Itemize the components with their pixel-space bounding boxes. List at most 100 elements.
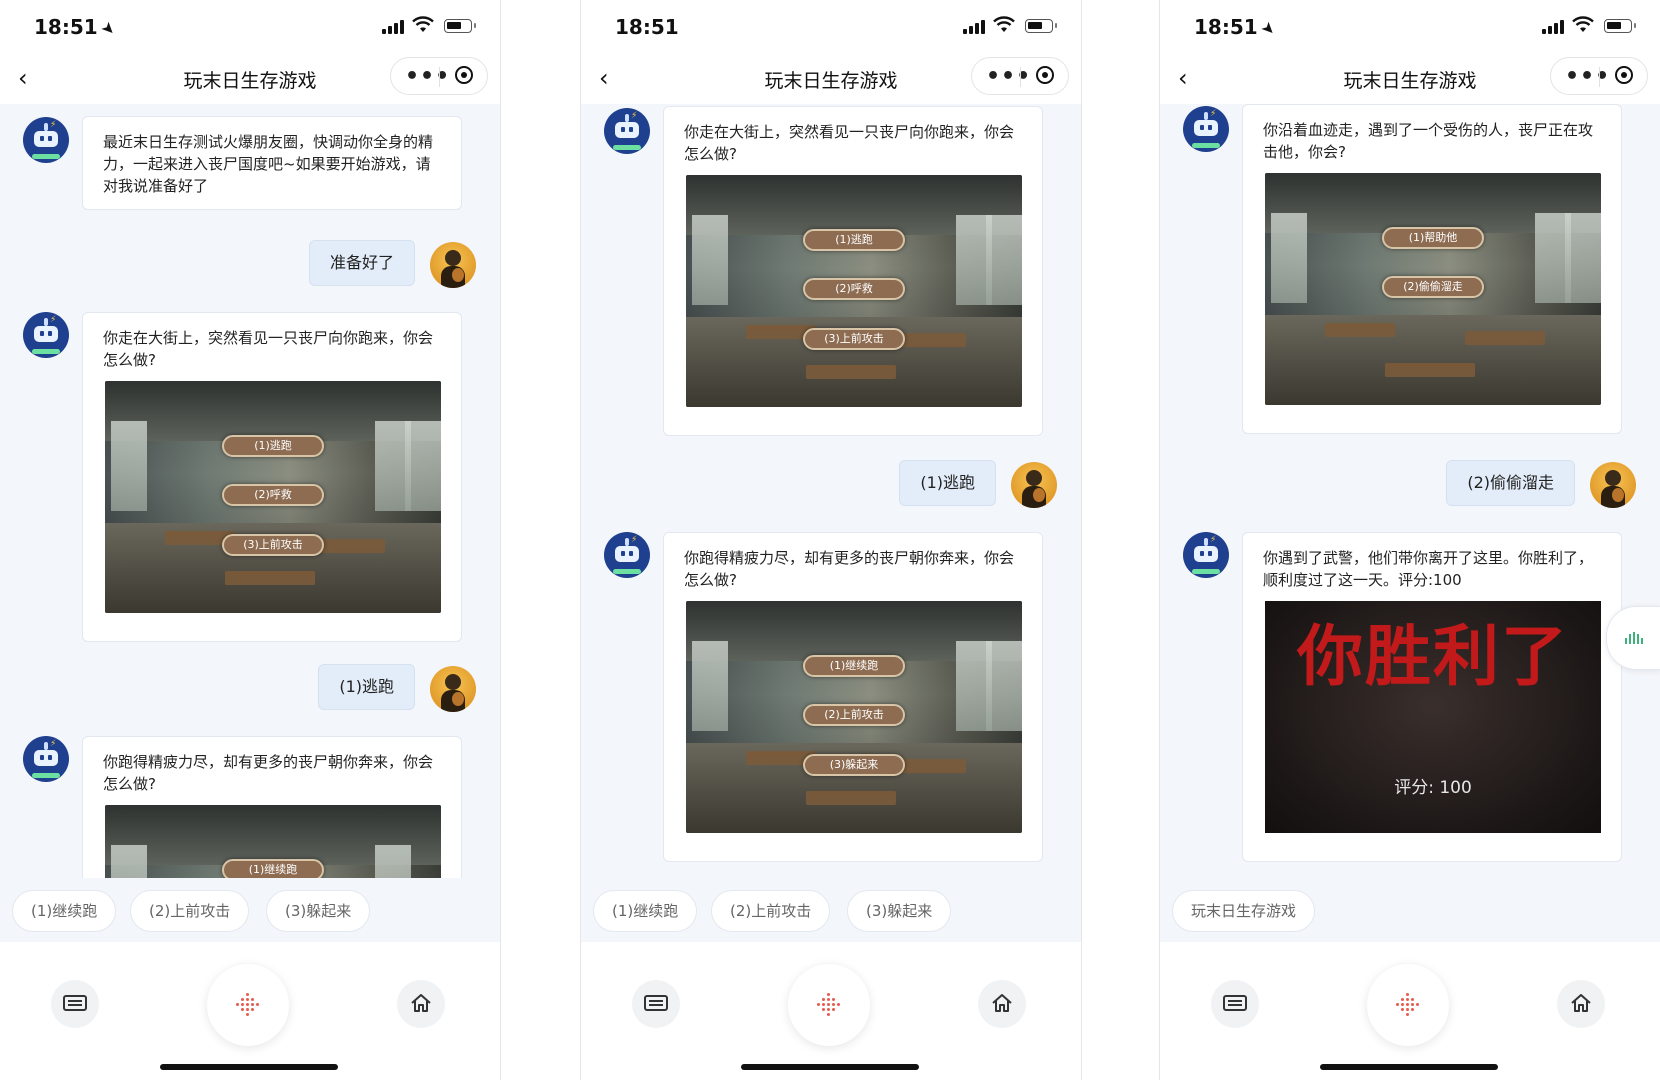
- close-target-icon[interactable]: [1036, 66, 1054, 84]
- victory-image: 你胜利了 评分: 100: [1265, 601, 1601, 833]
- status-bar: 18:51➤: [1160, 0, 1660, 52]
- bot-avatar: ⚡: [23, 117, 69, 163]
- quick-reply-chip[interactable]: (1)继续跑: [593, 890, 698, 932]
- audio-wave-icon: [1625, 632, 1643, 644]
- quick-reply-chip[interactable]: (3)躲起来: [847, 890, 952, 932]
- more-icon[interactable]: •••: [986, 64, 1031, 89]
- bot-message-with-image: 你跑得精疲力尽，却有更多的丧尸朝你奔来，你会怎么做? (1)继续跑: [82, 736, 462, 884]
- bot-message-text: 你走在大街上，突然看见一只丧尸向你跑来，你会怎么做?: [684, 123, 1015, 163]
- scene-option[interactable]: (2)呼救: [222, 484, 324, 506]
- nav-bar: ‹ 玩末日生存游戏 •••: [0, 52, 500, 104]
- bottom-toolbar: [1160, 942, 1660, 1080]
- scene-image[interactable]: (1)逃跑 (2)呼救 (3)上前攻击: [686, 175, 1022, 407]
- voice-float-tab[interactable]: [1606, 606, 1660, 670]
- victory-title: 你胜利了: [1297, 617, 1569, 695]
- bot-avatar: ⚡: [23, 312, 69, 358]
- more-icon[interactable]: •••: [405, 64, 450, 89]
- close-target-icon[interactable]: [455, 66, 473, 84]
- scene-image[interactable]: (1)逃跑 (2)呼救 (3)上前攻击: [105, 381, 441, 613]
- quick-reply-chip[interactable]: (2)上前攻击: [711, 890, 831, 932]
- voice-button[interactable]: [788, 964, 870, 1046]
- chat-area[interactable]: ⚡ 你沿着血迹走，遇到了一个受伤的人，丧尸正在攻击他，你会? (1)帮助他 (2…: [1160, 104, 1660, 884]
- location-arrow-icon: ➤: [1256, 17, 1280, 40]
- capsule-divider: [1020, 67, 1021, 87]
- battery-icon: [444, 19, 476, 33]
- quick-reply-chip[interactable]: (2)上前攻击: [130, 890, 250, 932]
- scene-option[interactable]: (2)偷偷溜走: [1382, 276, 1484, 298]
- bot-avatar: ⚡: [1183, 532, 1229, 578]
- bot-message-with-image: 你走在大街上，突然看见一只丧尸向你跑来，你会怎么做? (1)逃跑 (2)呼救 (…: [82, 312, 462, 642]
- mini-program-capsule: •••: [971, 57, 1069, 95]
- scene-image[interactable]: (1)继续跑 (2)上前攻击 (3)躲起来: [686, 601, 1022, 833]
- keyboard-button[interactable]: [632, 980, 680, 1028]
- keyboard-button[interactable]: [1211, 980, 1259, 1028]
- capsule-divider: [439, 67, 440, 87]
- mini-program-capsule: •••: [390, 57, 488, 95]
- bot-message-with-image: 你跑得精疲力尽，却有更多的丧尸朝你奔来，你会怎么做? (1)继续跑 (2)上前攻…: [663, 532, 1043, 862]
- home-indicator: [160, 1064, 338, 1070]
- phone-screen-2: 18:51 ‹ 玩末日生存游戏 ••• ⚡ 你走在大街上，突然看见一只丧尸向你跑…: [580, 0, 1082, 1080]
- scene-option[interactable]: (3)躲起来: [803, 754, 905, 776]
- bot-avatar: ⚡: [604, 532, 650, 578]
- voice-dots-icon: [236, 993, 260, 1017]
- bot-message-text: 你跑得精疲力尽，却有更多的丧尸朝你奔来，你会怎么做?: [103, 753, 434, 793]
- home-button[interactable]: [978, 980, 1026, 1028]
- avatar: [1590, 462, 1636, 508]
- bot-message-with-image: 你沿着血迹走，遇到了一个受伤的人，丧尸正在攻击他，你会? (1)帮助他 (2)偷…: [1242, 104, 1622, 434]
- more-icon[interactable]: •••: [1565, 64, 1610, 89]
- voice-dots-icon: [1396, 993, 1420, 1017]
- home-icon: [992, 994, 1012, 1012]
- home-button[interactable]: [1557, 980, 1605, 1028]
- user-message: (1)逃跑: [899, 460, 996, 506]
- keyboard-icon: [63, 995, 87, 1011]
- bottom-toolbar: [0, 942, 500, 1080]
- scene-option[interactable]: (3)上前攻击: [803, 328, 905, 350]
- scene-image[interactable]: (1)继续跑: [105, 805, 441, 884]
- bot-avatar: ⚡: [1183, 106, 1229, 152]
- wifi-icon: [993, 16, 1015, 32]
- chat-area[interactable]: ⚡ 最近末日生存测试火爆朋友圈，快调动你全身的精力，一起来进入丧尸国度吧~如果要…: [0, 104, 500, 884]
- mini-program-capsule: •••: [1550, 57, 1648, 95]
- chat-area[interactable]: ⚡ 你走在大街上，突然看见一只丧尸向你跑来，你会怎么做? (1)逃跑 (2)呼救…: [581, 104, 1081, 884]
- capsule-divider: [1599, 67, 1600, 87]
- status-time: 18:51➤: [1194, 15, 1280, 40]
- scene-option[interactable]: (3)上前攻击: [222, 534, 324, 556]
- location-arrow-icon: ➤: [96, 17, 120, 40]
- bot-message-text: 你遇到了武警，他们带你离开了这里。你胜利了，顺利度过了这一天。评分:100: [1263, 549, 1594, 589]
- scene-option[interactable]: (1)帮助他: [1382, 227, 1484, 249]
- avatar: [1011, 462, 1057, 508]
- phone-screen-3: 18:51➤ ‹ 玩末日生存游戏 ••• ⚡ 你沿着血迹走，遇到了一个受伤的人，…: [1159, 0, 1660, 1080]
- home-button[interactable]: [397, 980, 445, 1028]
- status-time: 18:51: [615, 15, 679, 39]
- home-icon: [411, 994, 431, 1012]
- wifi-icon: [412, 16, 434, 32]
- wifi-icon: [1572, 16, 1594, 32]
- scene-option[interactable]: (1)继续跑: [803, 655, 905, 677]
- voice-button[interactable]: [1367, 964, 1449, 1046]
- bot-avatar: ⚡: [23, 736, 69, 782]
- signal-icon: [382, 20, 404, 34]
- quick-reply-chip[interactable]: 玩末日生存游戏: [1172, 890, 1316, 932]
- keyboard-button[interactable]: [51, 980, 99, 1028]
- bot-avatar: ⚡: [604, 108, 650, 154]
- scene-option[interactable]: (2)呼救: [803, 278, 905, 300]
- user-message: (1)逃跑: [318, 664, 415, 710]
- keyboard-icon: [1223, 995, 1247, 1011]
- signal-icon: [963, 20, 985, 34]
- scene-image[interactable]: (1)帮助他 (2)偷偷溜走: [1265, 173, 1601, 405]
- scene-option[interactable]: (1)逃跑: [222, 435, 324, 457]
- quick-reply-chip[interactable]: (3)躲起来: [266, 890, 371, 932]
- user-message: 准备好了: [308, 240, 415, 286]
- scene-option[interactable]: (1)逃跑: [803, 229, 905, 251]
- bottom-toolbar: [581, 942, 1081, 1080]
- quick-reply-chip[interactable]: (1)继续跑: [12, 890, 117, 932]
- scene-option[interactable]: (2)上前攻击: [803, 704, 905, 726]
- bot-message-text: 你跑得精疲力尽，却有更多的丧尸朝你奔来，你会怎么做?: [684, 549, 1015, 589]
- home-icon: [1571, 994, 1591, 1012]
- close-target-icon[interactable]: [1615, 66, 1633, 84]
- voice-dots-icon: [817, 993, 841, 1017]
- nav-bar: ‹ 玩末日生存游戏 •••: [581, 52, 1081, 104]
- voice-button[interactable]: [207, 964, 289, 1046]
- signal-icon: [1542, 20, 1564, 34]
- home-indicator: [741, 1064, 919, 1070]
